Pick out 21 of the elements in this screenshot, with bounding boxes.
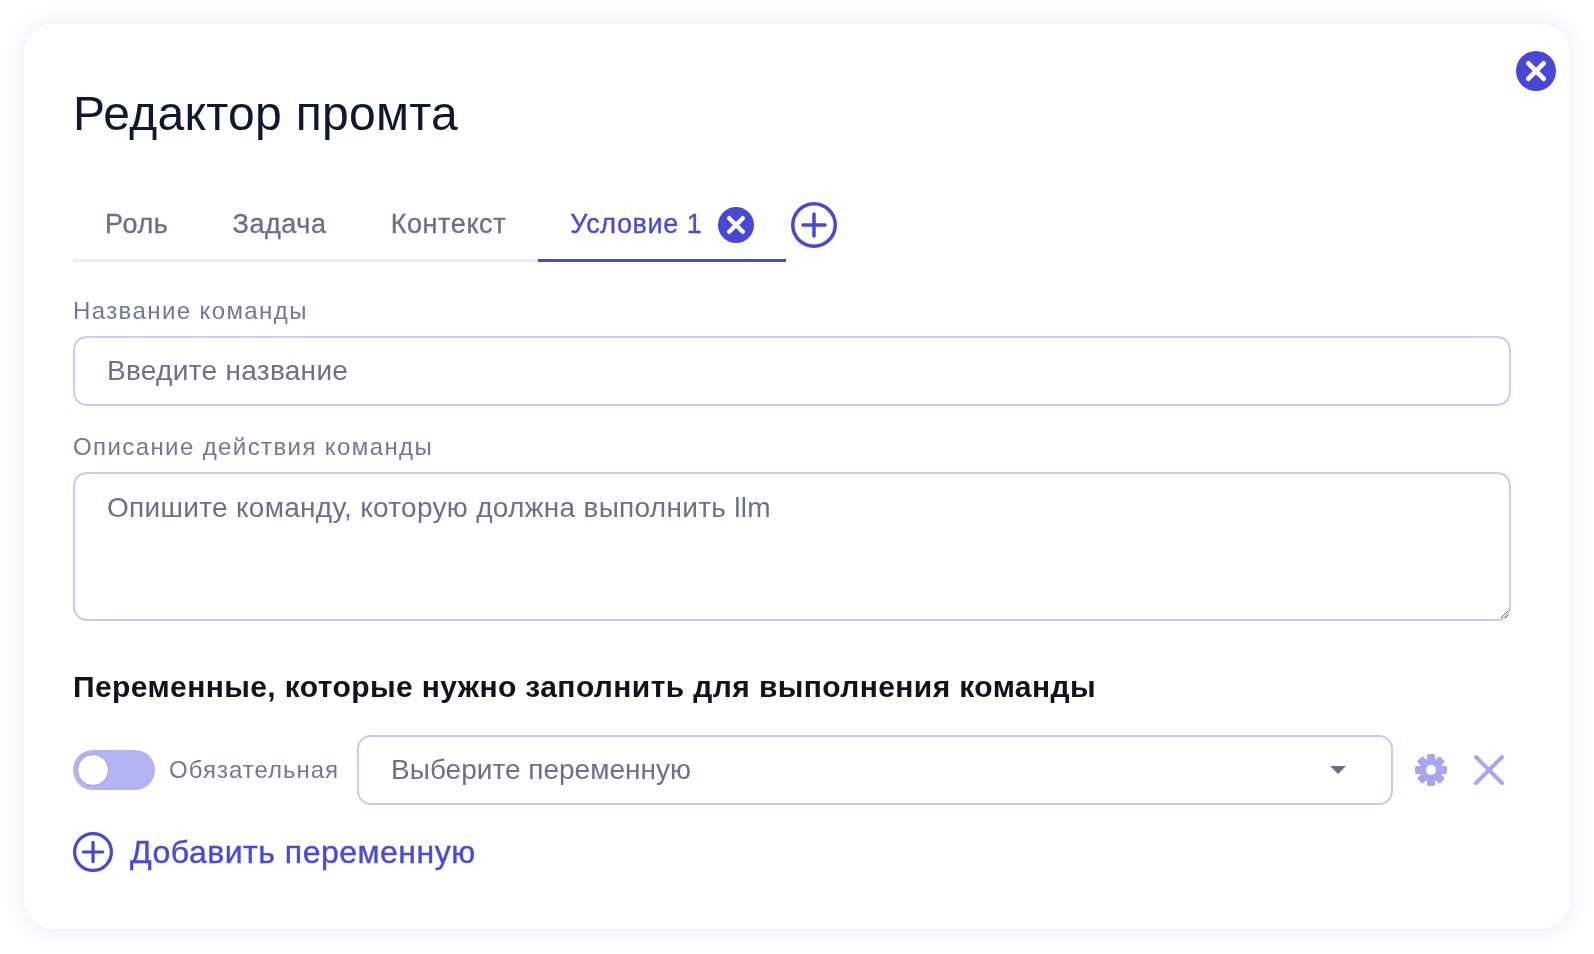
plus-icon bbox=[73, 832, 113, 872]
toggle-label: Обязательная bbox=[169, 756, 340, 784]
close-icon bbox=[1516, 51, 1556, 91]
tab[interactable]: Контекст bbox=[358, 194, 539, 262]
select-field[interactable]: Выберите переменную bbox=[357, 735, 1394, 805]
add-tab-button[interactable] bbox=[791, 202, 838, 248]
textarea-field[interactable]: Опишите команду, которую должна выполнить llm bbox=[73, 472, 1511, 621]
field-label: Название команды bbox=[73, 297, 308, 325]
tab[interactable]: Условие 1 bbox=[538, 194, 787, 262]
dialog-title: Редактор промта bbox=[73, 86, 458, 142]
close-icon[interactable] bbox=[718, 206, 755, 243]
caret-icon bbox=[1330, 766, 1347, 774]
toggle-switch[interactable] bbox=[73, 750, 155, 790]
section-heading: Переменные, которые нужно заполнить для выполнения команды bbox=[73, 669, 1096, 705]
plus-icon bbox=[791, 202, 838, 248]
input-field[interactable]: Введите название bbox=[73, 336, 1511, 406]
close-button[interactable] bbox=[1516, 51, 1556, 91]
add-variable-button[interactable]: Добавить переменную bbox=[73, 832, 476, 872]
tab[interactable]: Роль bbox=[73, 194, 201, 262]
tab[interactable]: Задача bbox=[200, 194, 359, 262]
field-label: Описание действия команды bbox=[73, 433, 434, 461]
